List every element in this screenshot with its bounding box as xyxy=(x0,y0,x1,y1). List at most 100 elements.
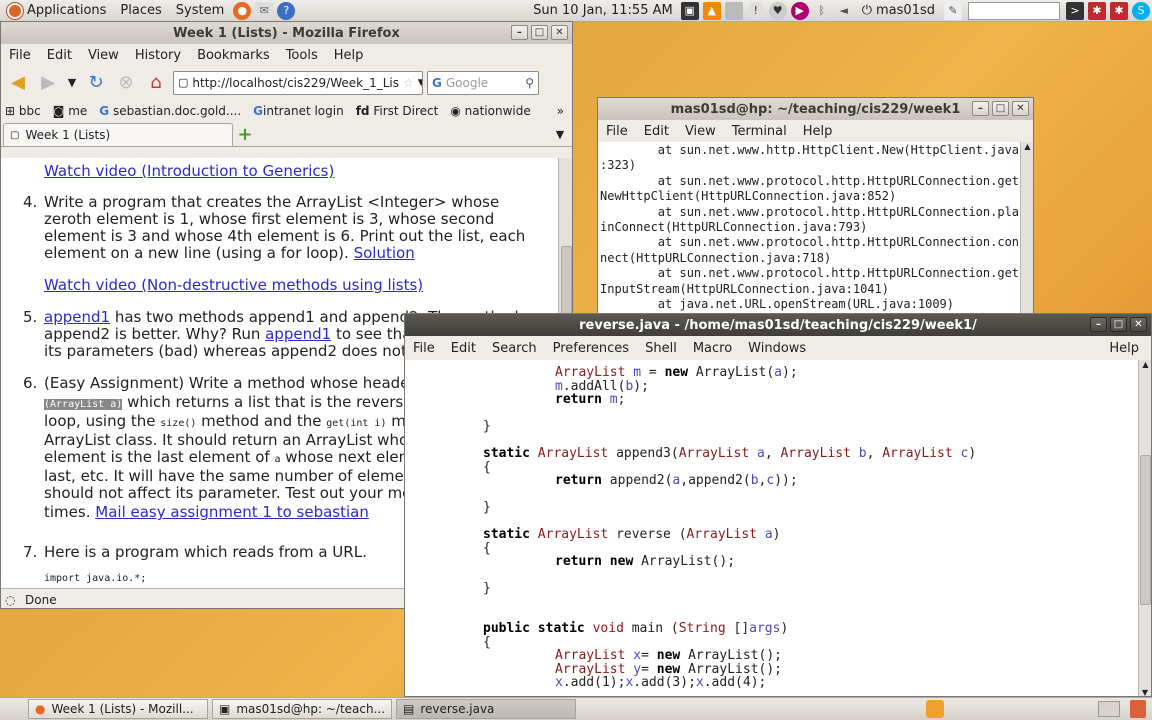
terminal-titlebar[interactable]: mas01sd@hp: ~/teaching/cis229/week1 – □ … xyxy=(598,98,1033,120)
editor-scroll-thumb[interactable] xyxy=(1140,455,1151,605)
places-menu[interactable]: Places xyxy=(113,0,168,22)
editor-menu-help[interactable]: Help xyxy=(1101,341,1151,356)
mail-launcher-icon[interactable]: ✉ xyxy=(255,1,274,20)
bookmark-intranet[interactable]: Gintranet login xyxy=(253,104,344,118)
editor-menu-windows[interactable]: Windows xyxy=(740,341,814,356)
code-line-15: ArrayList x= new ArrayList(); xyxy=(555,648,782,663)
menu-history[interactable]: History xyxy=(127,48,189,63)
editor-maximize-button[interactable]: □ xyxy=(1110,317,1127,332)
skype-icon[interactable]: S xyxy=(1132,1,1150,20)
panel-search-box[interactable] xyxy=(968,1,1060,20)
volume-icon[interactable]: ◄ xyxy=(835,2,853,20)
firefox-titlebar[interactable]: Week 1 (Lists) - Mozilla Firefox – □ ✕ xyxy=(1,22,572,44)
terminal-minimize-button[interactable]: – xyxy=(972,101,989,116)
bluetooth-icon[interactable]: ᛒ xyxy=(813,2,831,20)
editor-menu-macro[interactable]: Macro xyxy=(685,341,740,356)
bookmarks-overflow-icon[interactable]: » xyxy=(557,104,564,118)
editor-close-button[interactable]: ✕ xyxy=(1130,317,1147,332)
editor-scroll-down-icon[interactable]: ▼ xyxy=(1139,688,1151,696)
url-bar[interactable]: ▢ http://localhost/cis229/Week_1_Lis ☆ ▼ xyxy=(173,70,423,95)
solution-link[interactable]: Solution xyxy=(354,244,415,262)
terminal-scroll-up-icon[interactable]: ▲ xyxy=(1021,142,1033,151)
terminal-menu-help[interactable]: Help xyxy=(795,124,841,139)
editor-menu-preferences[interactable]: Preferences xyxy=(545,341,637,356)
editor-minimize-button[interactable]: – xyxy=(1090,317,1107,332)
editor-menu-search[interactable]: Search xyxy=(484,341,545,356)
window-icon[interactable] xyxy=(724,1,743,20)
help-launcher-icon[interactable]: ? xyxy=(277,1,296,20)
menu-tools[interactable]: Tools xyxy=(278,48,326,63)
terminal-launcher-icon[interactable]: > xyxy=(1066,1,1084,20)
user-menu[interactable]: ⏻ mas01sd xyxy=(855,0,942,22)
back-button[interactable]: ◀ xyxy=(5,70,31,96)
update-notifier-icon[interactable] xyxy=(926,700,944,718)
home-button[interactable]: ⌂ xyxy=(143,70,169,96)
minimize-button[interactable]: – xyxy=(511,25,528,40)
bookmark-star-icon[interactable]: ☆ xyxy=(403,76,414,90)
tab-list-icon[interactable]: ▼ xyxy=(548,124,572,146)
editor-menu-file[interactable]: File xyxy=(405,341,443,356)
bookmark-me[interactable]: ◙ me xyxy=(53,104,88,118)
tab-week1[interactable]: ▢ Week 1 (Lists) xyxy=(3,123,233,146)
terminal-menu-edit[interactable]: Edit xyxy=(636,124,677,139)
terminal-scrollbar[interactable]: ▲ xyxy=(1020,142,1033,321)
menu-edit[interactable]: Edit xyxy=(39,48,80,63)
bookmark-nationwide[interactable]: ◉ nationwide xyxy=(450,104,530,118)
terminal-menu-file[interactable]: File xyxy=(598,124,636,139)
app-launcher-icon[interactable]: ✱ xyxy=(1088,1,1106,20)
applications-menu[interactable]: Applications xyxy=(0,0,113,22)
vlc-icon[interactable]: ▲ xyxy=(702,1,721,20)
editor-scrollbar[interactable]: ▲ ▼ xyxy=(1138,360,1151,696)
menu-file[interactable]: File xyxy=(1,48,39,63)
terminal-close-button[interactable]: ✕ xyxy=(1012,101,1029,116)
media-icon[interactable]: ▶ xyxy=(790,1,809,20)
tab-page-icon: ▢ xyxy=(10,129,20,141)
maximize-button[interactable]: □ xyxy=(531,25,548,40)
editor-scroll-up-icon[interactable]: ▲ xyxy=(1139,360,1151,369)
taskbar-firefox[interactable]: ● Week 1 (Lists) - Mozill... xyxy=(28,699,208,719)
reload-button[interactable]: ↻ xyxy=(83,70,109,96)
power-icon: ⏻ xyxy=(861,2,873,18)
append1-run-link[interactable]: append1 xyxy=(265,325,331,343)
app2-launcher-icon[interactable]: ✱ xyxy=(1110,1,1128,20)
tab-week1-label: Week 1 (Lists) xyxy=(25,128,111,142)
edit-icon[interactable]: ✎ xyxy=(944,1,962,20)
url-dropdown-icon[interactable]: ▼ xyxy=(418,78,422,88)
firefox-launcher-icon[interactable]: ● xyxy=(233,1,252,20)
append1-link[interactable]: append1 xyxy=(44,308,110,326)
terminal-output[interactable]: at sun.net.www.http.HttpClient.New(HttpC… xyxy=(598,142,1020,321)
warning-icon[interactable]: ! xyxy=(746,1,765,20)
link-generics-video[interactable]: Watch video (Introduction to Generics) xyxy=(44,163,334,180)
taskbar-editor[interactable]: ▤ reverse.java xyxy=(396,699,576,719)
link-nondestructive-video[interactable]: Watch video (Non-destructive methods usi… xyxy=(44,277,423,294)
new-tab-button[interactable]: + xyxy=(233,124,257,146)
taskbar-terminal[interactable]: ▣ mas01sd@hp: ~/teach... xyxy=(212,699,392,719)
close-button[interactable]: ✕ xyxy=(551,25,568,40)
editor-text-area[interactable]: ArrayList m = new ArrayList(a); m.addAll… xyxy=(405,360,1138,696)
search-icon[interactable]: ⚲ xyxy=(525,76,534,90)
show-desktop-icon[interactable] xyxy=(1098,701,1120,717)
bookmark-sebastian[interactable]: G sebastian.doc.gold.... xyxy=(99,104,241,118)
clock[interactable]: Sun 10 Jan, 11:55 AM xyxy=(527,3,679,18)
menu-help[interactable]: Help xyxy=(326,48,372,63)
terminal-menu-view[interactable]: View xyxy=(677,124,724,139)
search-bar[interactable]: G Google ⚲ xyxy=(427,70,539,95)
bookmark-bbc[interactable]: ⊞ bbc xyxy=(5,104,41,118)
bookmark-first-direct[interactable]: fd First Direct xyxy=(356,104,439,118)
stop-button[interactable]: ⊗ xyxy=(113,70,139,96)
system-menu[interactable]: System xyxy=(169,0,231,22)
trash-icon[interactable] xyxy=(1130,700,1146,718)
terminal-menu-terminal[interactable]: Terminal xyxy=(724,124,795,139)
editor-menu-shell[interactable]: Shell xyxy=(637,341,685,356)
network-icon[interactable]: ♥ xyxy=(768,1,787,20)
menu-view[interactable]: View xyxy=(80,48,127,63)
editor-titlebar[interactable]: reverse.java - /home/mas01sd/teaching/ci… xyxy=(405,314,1151,336)
history-dropdown-icon[interactable]: ▼ xyxy=(65,70,79,96)
terminal-maximize-button[interactable]: □ xyxy=(992,101,1009,116)
monitor-icon[interactable]: ▣ xyxy=(680,1,699,20)
mail-assignment-link[interactable]: Mail easy assignment 1 to sebastian xyxy=(95,503,369,521)
menu-bookmarks[interactable]: Bookmarks xyxy=(189,48,278,63)
code-line-1: ArrayList m = new ArrayList(a); xyxy=(555,365,798,380)
editor-menu-edit[interactable]: Edit xyxy=(443,341,484,356)
forward-button[interactable]: ▶ xyxy=(35,70,61,96)
